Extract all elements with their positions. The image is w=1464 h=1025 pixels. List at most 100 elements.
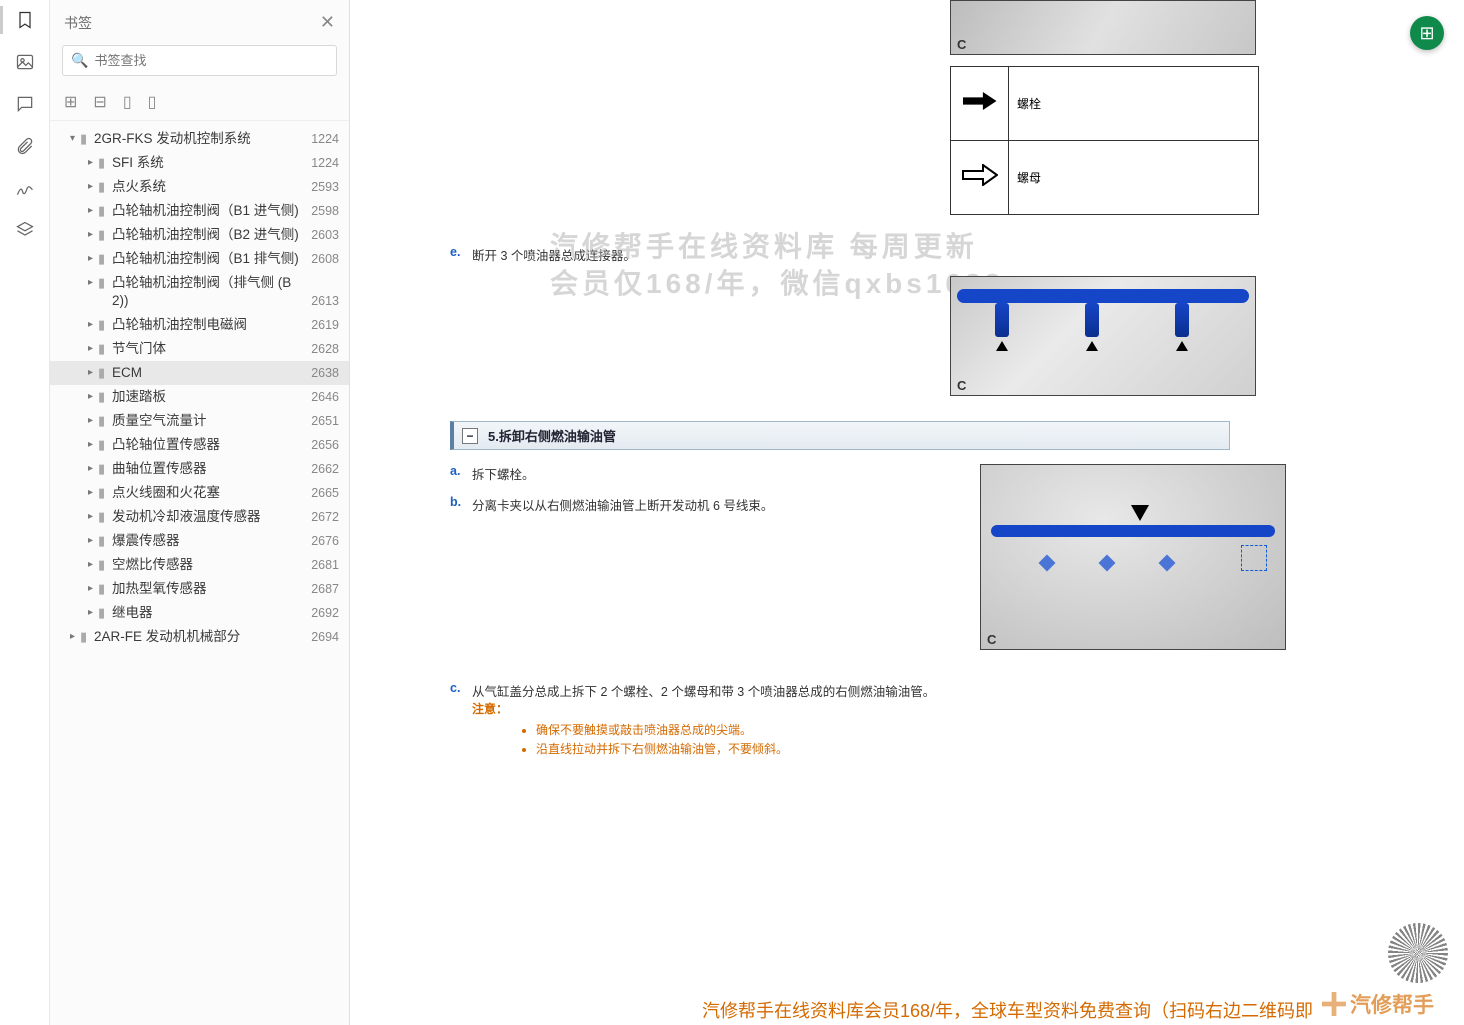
bookmark-item-0[interactable]: ▾▮2GR-FKS 发动机控制系统1224	[50, 127, 349, 151]
bookmark-options-icon[interactable]: ▯	[148, 92, 157, 112]
tree-arrow-icon[interactable]: ▸	[88, 436, 98, 454]
bookmark-icon[interactable]	[13, 8, 37, 32]
bookmark-item-7[interactable]: ▸▮凸轮轴机油控制电磁阀2619	[50, 313, 349, 337]
bookmark-ribbon-icon: ▮	[98, 316, 112, 334]
figure-engine-detail: C	[980, 464, 1286, 650]
tree-arrow-icon[interactable]: ▾	[70, 130, 80, 148]
layers-icon[interactable]	[13, 218, 37, 242]
collapse-icon[interactable]: −	[462, 428, 478, 444]
bookmark-page: 2619	[305, 316, 339, 334]
tree-arrow-icon[interactable]: ▸	[88, 484, 98, 502]
bookmark-label: ECM	[112, 364, 305, 382]
collapse-all-icon[interactable]: ⊟	[93, 92, 106, 112]
bookmarks-sidebar: 书签 ✕ 🔍 ⊞ ⊟ ▯ ▯ ▾▮2GR-FKS 发动机控制系统1224▸▮SF…	[50, 0, 350, 1025]
watermark-line2: 会员仅168/年，微信qxbs1688	[550, 262, 1004, 302]
section-5-header[interactable]: − 5.拆卸右侧燃油输油管	[450, 421, 1230, 450]
tree-arrow-icon[interactable]: ▸	[88, 364, 98, 382]
tree-arrow-icon[interactable]: ▸	[88, 226, 98, 244]
tree-arrow-icon[interactable]: ▸	[88, 340, 98, 358]
search-input[interactable]	[94, 53, 328, 68]
bookmark-item-15[interactable]: ▸▮发动机冷却液温度传感器2672	[50, 505, 349, 529]
bookmark-search[interactable]: 🔍	[62, 45, 337, 76]
bookmark-label: 空燃比传感器	[112, 556, 305, 574]
bookmark-item-5[interactable]: ▸▮凸轮轴机油控制阀（B1 排气侧)2608	[50, 247, 349, 271]
bookmark-item-6[interactable]: ▸▮凸轮轴机油控制阀（排气侧 (B2))2613	[50, 271, 349, 313]
bookmark-label: 凸轮轴机油控制阀（B1 排气侧)	[112, 250, 305, 268]
step-c: c. 从气缸盖分总成上拆下 2 个螺栓、2 个螺母和带 3 个喷油器总成的右侧燃…	[450, 681, 1290, 759]
bookmark-item-9[interactable]: ▸▮ECM2638	[50, 361, 349, 385]
bookmark-ribbon-icon: ▮	[98, 460, 112, 478]
bookmark-label: 质量空气流量计	[112, 412, 305, 430]
bookmark-page: 1224	[305, 154, 339, 172]
tree-arrow-icon[interactable]: ▸	[88, 388, 98, 406]
tree-arrow-icon[interactable]: ▸	[88, 460, 98, 478]
bookmark-item-8[interactable]: ▸▮节气门体2628	[50, 337, 349, 361]
bookmark-item-10[interactable]: ▸▮加速踏板2646	[50, 385, 349, 409]
tree-arrow-icon[interactable]: ▸	[88, 178, 98, 196]
bookmark-label: 发动机冷却液温度传感器	[112, 508, 305, 526]
tree-arrow-icon[interactable]: ▸	[88, 202, 98, 220]
bookmark-label: 点火系统	[112, 178, 305, 196]
attachment-icon[interactable]	[13, 134, 37, 158]
close-icon[interactable]: ✕	[320, 12, 335, 33]
bookmark-page: 2692	[305, 604, 339, 622]
signature-icon[interactable]	[13, 176, 37, 200]
icon-rail	[0, 0, 50, 1025]
bookmark-item-18[interactable]: ▸▮加热型氧传感器2687	[50, 577, 349, 601]
bookmark-ribbon-icon: ▮	[98, 508, 112, 526]
bookmark-item-20[interactable]: ▸▮2AR-FE 发动机机械部分2694	[50, 625, 349, 649]
bookmark-item-14[interactable]: ▸▮点火线圈和火花塞2665	[50, 481, 349, 505]
tree-arrow-icon[interactable]: ▸	[88, 604, 98, 622]
bookmark-label: 曲轴位置传感器	[112, 460, 305, 478]
document-content[interactable]: ⊞ C 螺栓 螺母 汽修帮手在线资料库 每周更新 会员仅168/年，微信qxbs…	[350, 0, 1464, 1025]
comment-icon[interactable]	[13, 92, 37, 116]
tree-arrow-icon[interactable]: ▸	[70, 628, 80, 646]
legend-table: 螺栓 螺母	[950, 66, 1259, 215]
add-bookmark-icon[interactable]: ▯	[123, 92, 132, 112]
bookmark-item-11[interactable]: ▸▮质量空气流量计2651	[50, 409, 349, 433]
bookmark-label: 2GR-FKS 发动机控制系统	[94, 130, 305, 148]
bookmark-page: 1224	[305, 130, 339, 148]
bookmark-ribbon-icon: ▮	[98, 484, 112, 502]
bookmark-item-16[interactable]: ▸▮爆震传感器2676	[50, 529, 349, 553]
bookmark-ribbon-icon: ▮	[98, 604, 112, 622]
bookmark-item-3[interactable]: ▸▮凸轮轴机油控制阀（B1 进气侧)2598	[50, 199, 349, 223]
bookmark-ribbon-icon: ▮	[98, 364, 112, 382]
bookmark-tree[interactable]: ▾▮2GR-FKS 发动机控制系统1224▸▮SFI 系统1224▸▮点火系统2…	[50, 121, 349, 1025]
bookmark-item-4[interactable]: ▸▮凸轮轴机油控制阀（B2 进气侧)2603	[50, 223, 349, 247]
tree-arrow-icon[interactable]: ▸	[88, 412, 98, 430]
image-icon[interactable]	[13, 50, 37, 74]
expand-all-icon[interactable]: ⊞	[64, 92, 77, 112]
figure-fuel-rail: C	[950, 276, 1256, 396]
bookmark-page: 2613	[305, 292, 339, 310]
bookmark-item-17[interactable]: ▸▮空燃比传感器2681	[50, 553, 349, 577]
search-icon: 🔍	[71, 52, 88, 69]
bookmark-ribbon-icon: ▮	[98, 532, 112, 550]
sidebar-title: 书签	[64, 13, 320, 33]
bookmark-label: 凸轮轴机油控制电磁阀	[112, 316, 305, 334]
bookmark-item-13[interactable]: ▸▮曲轴位置传感器2662	[50, 457, 349, 481]
bookmark-page: 2665	[305, 484, 339, 502]
bookmark-ribbon-icon: ▮	[98, 250, 112, 268]
bookmark-page: 2598	[305, 202, 339, 220]
hollow-arrow-icon	[951, 141, 1009, 215]
bookmark-item-2[interactable]: ▸▮点火系统2593	[50, 175, 349, 199]
step-e: e. 断开 3 个喷油器总成连接器。	[450, 245, 1290, 264]
tree-arrow-icon[interactable]: ▸	[88, 556, 98, 574]
bookmark-item-12[interactable]: ▸▮凸轮轴位置传感器2656	[50, 433, 349, 457]
bookmark-item-19[interactable]: ▸▮继电器2692	[50, 601, 349, 625]
toolkit-badge-icon[interactable]: ⊞	[1410, 16, 1444, 50]
tree-arrow-icon[interactable]: ▸	[88, 154, 98, 172]
tree-arrow-icon[interactable]: ▸	[88, 316, 98, 334]
tree-arrow-icon[interactable]: ▸	[88, 250, 98, 268]
tree-arrow-icon[interactable]: ▸	[88, 580, 98, 598]
footer-text: 汽修帮手在线资料库会员168/年，全球车型资料免费查询（扫码右边二维码即	[702, 997, 1464, 1023]
bookmark-ribbon-icon: ▮	[98, 202, 112, 220]
tree-arrow-icon[interactable]: ▸	[88, 532, 98, 550]
tree-arrow-icon[interactable]: ▸	[88, 508, 98, 526]
bookmark-page: 2628	[305, 340, 339, 358]
bookmark-label: 凸轮轴位置传感器	[112, 436, 305, 454]
tree-arrow-icon[interactable]: ▸	[88, 274, 98, 292]
bookmark-item-1[interactable]: ▸▮SFI 系统1224	[50, 151, 349, 175]
qr-code-icon[interactable]	[1388, 923, 1448, 983]
